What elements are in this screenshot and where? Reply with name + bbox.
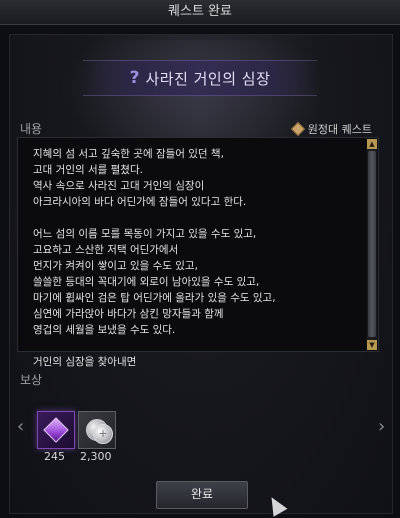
expedition-diamond-icon <box>290 121 305 137</box>
question-mark-icon: ? <box>129 68 140 88</box>
quest-type-badge: 원정대 퀘스트 <box>290 121 372 137</box>
quest-title: 사라진 거인의 심장 <box>145 69 271 88</box>
quest-description-text: 지혜의 섬 서고 깊숙한 곳에 잠들어 있던 책, 고대 거인의 서를 펼쳤다.… <box>33 148 276 368</box>
scroll-thumb[interactable] <box>368 151 376 337</box>
content-section-label: 내용 <box>20 122 43 136</box>
reward-slot-silver[interactable]: + <box>78 411 116 449</box>
reward-next-arrow-icon[interactable]: › <box>378 416 385 437</box>
quest-description-box[interactable]: 지혜의 섬 서고 깊숙한 곳에 잠들어 있던 책, 고대 거인의 서를 펼쳤다.… <box>17 137 379 368</box>
reward-section-label: 보상 <box>20 373 43 387</box>
quest-title-banner: ? 사라진 거인의 심장 <box>83 60 317 96</box>
reward-slot-gem[interactable] <box>37 411 75 449</box>
scroll-down-arrow-icon[interactable]: ▼ <box>367 340 377 350</box>
scroll-up-arrow-icon[interactable]: ▲ <box>367 139 377 149</box>
description-scrollbar[interactable]: ▲ ▼ <box>367 139 377 350</box>
window-titlebar: 퀘스트 완료 <box>0 0 400 25</box>
reward-count-gem: 245 <box>44 450 65 463</box>
quest-type-label: 원정대 퀘스트 <box>307 123 372 136</box>
reward-count-silver: 2,300 <box>80 450 112 463</box>
complete-button[interactable]: 완료 <box>156 481 248 509</box>
silver-coin-plus-icon: + <box>93 424 113 444</box>
purple-gem-icon <box>43 417 69 443</box>
reward-prev-arrow-icon[interactable]: ‹ <box>17 416 24 437</box>
window-title: 퀘스트 완료 <box>168 4 232 19</box>
